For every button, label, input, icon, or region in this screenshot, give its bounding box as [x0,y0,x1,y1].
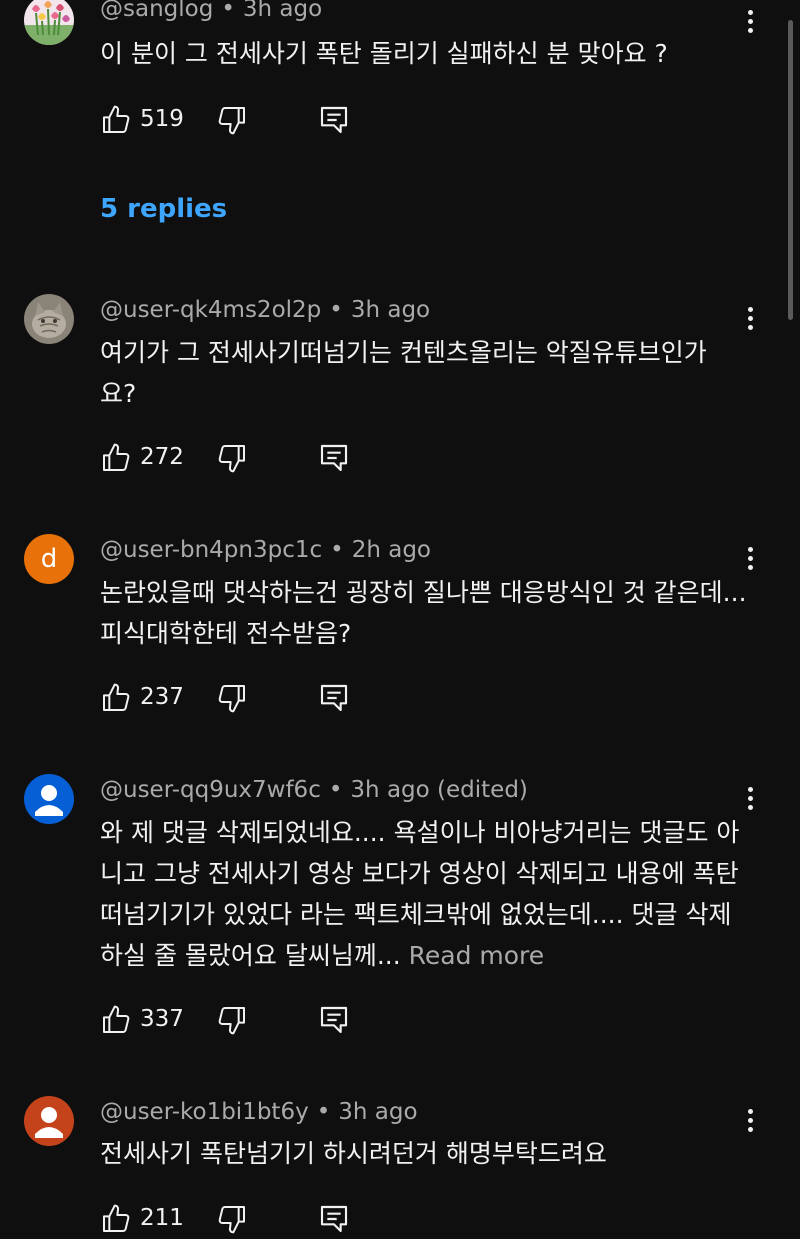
tulips-avatar-image [24,0,74,45]
cat-avatar-image [24,294,74,344]
avatar[interactable] [24,0,74,45]
comment-actions: 337 [100,1004,400,1040]
comment-icon[interactable] [318,682,350,714]
thumbs-up-icon[interactable] [100,442,132,474]
comment-meta: @user-bn4pn3pc1c • 2h ago [100,537,431,563]
comment-meta: @user-ko1bi1bt6y • 3h ago [100,1099,418,1125]
comment-handle[interactable]: @user-ko1bi1bt6y [100,1099,309,1125]
like-count: 337 [140,1006,184,1032]
comment-text: 이 분이 그 전세사기 폭탄 돌리기 실패하신 분 맞아요 ? [100,39,668,68]
more-vert-icon [747,546,753,552]
comment-actions: 272 [100,442,400,478]
comment-handle[interactable]: @user-bn4pn3pc1c [100,537,322,563]
like-count: 272 [140,444,184,470]
meta-separator: • [221,0,235,22]
comment-meta: @user-qq9ux7wf6c • 3h ago (edited) [100,777,528,803]
meta-separator: • [329,297,343,323]
avatar[interactable] [24,1096,74,1146]
like-count: 519 [140,106,184,132]
thumbs-up-icon[interactable] [100,1203,132,1235]
comment-text: 와 제 댓글 삭제되었네요.... 욕설이나 비아냥거리는 댓글도 아니고 그냥… [100,812,750,976]
meta-separator: • [328,777,343,803]
default-user-avatar-icon [35,785,63,816]
comment-time[interactable]: 3h ago [338,1099,417,1125]
thumbs-up-icon[interactable] [100,104,132,136]
comment-meta: @user-qk4ms2ol2p • 3h ago [100,297,430,323]
thumbs-down-icon[interactable] [216,1203,248,1235]
avatar[interactable] [24,774,74,824]
edited-label: (edited) [437,777,528,803]
comment-text: 여기가 그 전세사기떠넘기는 컨텐츠올리는 악질유튜브인가요? [100,338,707,408]
thumbs-up-icon[interactable] [100,1004,132,1036]
avatar[interactable]: d [24,534,74,584]
avatar[interactable] [24,294,74,344]
like-count: 237 [140,684,184,710]
thumbs-up-icon[interactable] [100,682,132,714]
comment-menu-button[interactable] [738,298,762,338]
more-vert-icon [747,786,753,792]
avatar-letter: d [40,544,58,574]
scrollbar-thumb[interactable] [788,20,793,320]
more-vert-icon [747,9,753,15]
comment-icon[interactable] [318,1203,350,1235]
comment-actions: 237 [100,682,400,718]
comment-time[interactable]: 3h ago [350,777,429,803]
comment-icon[interactable] [318,1004,350,1036]
comment-text: 전세사기 폭탄넘기기 하시려던거 해명부탁드려요 [100,1139,607,1168]
meta-separator: • [316,1099,331,1125]
comment-meta: @sanglog • 3h ago [100,0,322,22]
thumbs-down-icon[interactable] [216,442,248,474]
read-more-link[interactable]: Read more [409,941,545,970]
thumbs-down-icon[interactable] [216,104,248,136]
thumbs-down-icon[interactable] [216,682,248,714]
comment-handle[interactable]: @user-qq9ux7wf6c [100,777,321,803]
like-count: 211 [140,1205,184,1231]
more-vert-icon [747,1108,753,1114]
comment-handle[interactable]: @user-qk4ms2ol2p [100,297,321,323]
comment-actions: 519 [100,104,400,140]
comment-time[interactable]: 3h ago [351,297,430,323]
comment-icon[interactable] [318,442,350,474]
default-user-avatar-icon [35,1107,63,1138]
comment-text: 논란있을때 댓삭하는건 굉장히 질나쁜 대응방식인 것 같은데...피식대학한테… [100,578,747,648]
comment-time[interactable]: 2h ago [352,537,431,563]
thumbs-down-icon[interactable] [216,1004,248,1036]
comment-time[interactable]: 3h ago [243,0,322,22]
view-replies-button[interactable]: 5 replies [100,194,227,224]
more-vert-icon [747,306,753,312]
comment-icon[interactable] [318,104,350,136]
comment-handle[interactable]: @sanglog [100,0,213,22]
comment-actions: 211 [100,1203,400,1239]
meta-separator: • [330,537,344,563]
